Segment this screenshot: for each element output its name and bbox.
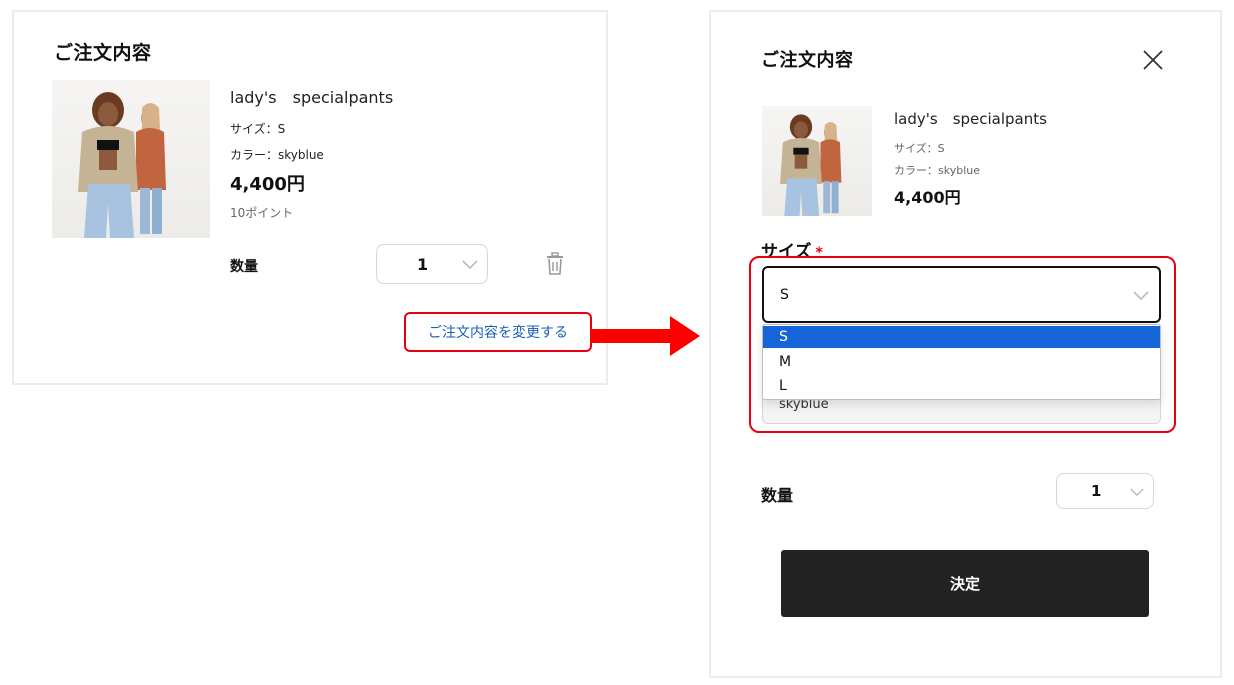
product-color: カラー：skyblue: [894, 164, 980, 177]
product-size: サイズ：S: [894, 142, 945, 155]
order-summary-title: ご注文内容: [54, 42, 152, 64]
decide-button[interactable]: 決定: [781, 550, 1149, 617]
close-icon[interactable]: [1141, 48, 1165, 72]
product-image: [762, 106, 872, 216]
quantity-label: 数量: [230, 259, 258, 275]
product-price: 4,400円: [230, 174, 305, 195]
product-color: カラー：skyblue: [230, 148, 324, 162]
quantity-value: 1: [1091, 482, 1102, 500]
trash-icon[interactable]: [544, 252, 566, 276]
product-name: lady's specialpants: [894, 110, 1047, 128]
edit-panel-title: ご注文内容: [761, 50, 854, 71]
order-summary-card: ご注文内容 lady's specialpants サイズ：S カラー：skyb…: [12, 10, 608, 385]
product-size: サイズ：S: [230, 122, 286, 136]
decide-button-label: 決定: [949, 575, 980, 593]
size-field-highlight: [749, 256, 1176, 433]
change-order-link[interactable]: ご注文内容を変更する: [404, 312, 592, 352]
product-points: 10ポイント: [230, 206, 294, 220]
product-image: [52, 80, 210, 238]
chevron-down-icon: [1130, 488, 1144, 497]
quantity-select[interactable]: 1: [1056, 473, 1154, 509]
quantity-value: 1: [417, 255, 429, 274]
edit-order-panel: ご注文内容 lady's specialpants サイズ：S カラー：skyb…: [709, 10, 1222, 678]
product-price: 4,400円: [894, 188, 961, 207]
quantity-label: 数量: [761, 486, 794, 505]
right-arrow-icon: [590, 316, 700, 356]
change-order-link-label: ご注文内容を変更する: [428, 325, 568, 341]
chevron-down-icon: [462, 260, 478, 270]
quantity-select[interactable]: 1: [376, 244, 488, 284]
product-name: lady's specialpants: [230, 88, 394, 107]
